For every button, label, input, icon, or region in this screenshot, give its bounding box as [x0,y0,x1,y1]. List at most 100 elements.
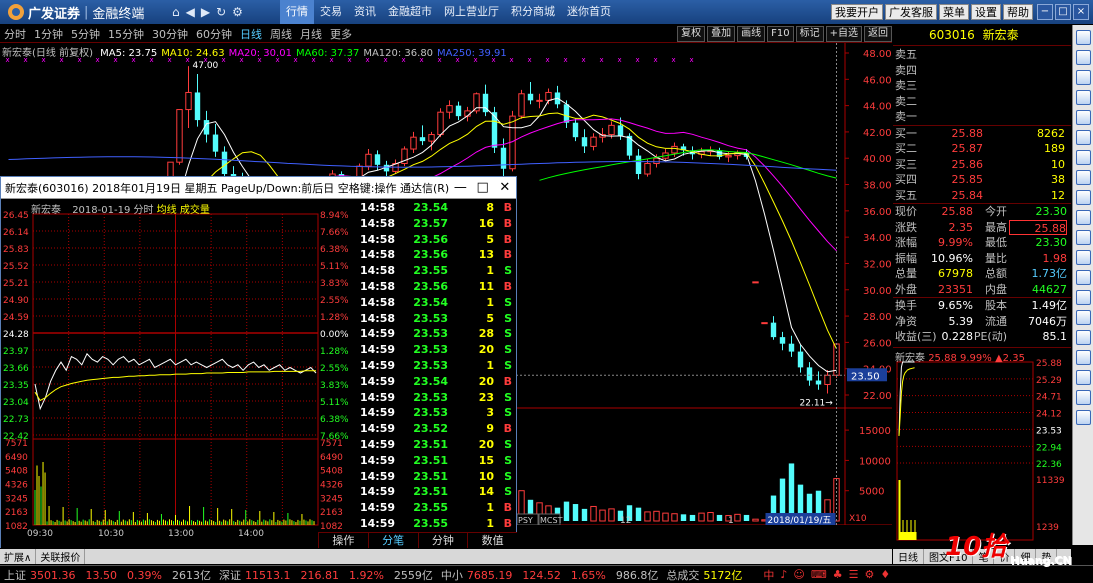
bottom-tab-0[interactable]: 扩展∧ [0,549,37,564]
period-0[interactable]: 分时 [0,26,30,42]
tick-row: 14:59 23.54 20 B [358,374,516,390]
gear-icon[interactable]: ⚙ [232,5,243,19]
tool-button-2[interactable]: 画线 [737,26,766,42]
header-button-1[interactable]: 广发客服 [885,4,937,20]
side-tool-6-icon[interactable] [1075,150,1091,165]
minimize-icon[interactable]: — [449,180,471,195]
tick-row: 14:59 23.53 20 S [358,342,516,358]
intraday-popup[interactable]: 新宏泰(603016) 2018年01月19日 星期五 PageUp/Down:… [0,176,517,562]
period-1[interactable]: 1分钟 [30,26,67,42]
tick-side: B [503,501,512,515]
tool-button-4[interactable]: 标记 [795,26,824,42]
candle-body [419,137,426,142]
side-tool-18-icon[interactable] [1075,390,1091,405]
index-3[interactable]: 总成交 5172亿 [666,567,752,583]
mini-intraday[interactable]: 25.88 25.29 24.71 24.12 23.53 22.94 22.36 11339… [893,347,1071,545]
menu-item-2[interactable]: 资讯 [348,0,382,24]
tool-button-5[interactable]: +自选 [825,26,862,42]
bottom-tab-right-0[interactable]: 日线 [893,549,924,564]
index-1[interactable]: 深证 11513.1 216.81 1.92% 2559亿 [219,567,433,583]
status-icon-0[interactable]: 中 [763,567,774,583]
x-label-1: 1 [728,516,734,525]
intraday-chart[interactable]: 26.45 8.94% 26.14 7.66% 25.83 6.38% 25.52 5.11%… [1,200,358,548]
status-icon-5[interactable]: ☰ [849,568,859,581]
menu-item-5[interactable]: 积分商城 [505,0,561,24]
side-tool-4-icon[interactable] [1075,110,1091,125]
stat-row-6: 换手 9.65% 股本 1.49亿 [893,298,1071,314]
index-change: 124.52 [522,568,561,582]
header-button-0[interactable]: 我要开户 [831,4,883,20]
side-tool-13-icon[interactable] [1075,290,1091,305]
side-tool-2-icon[interactable] [1075,70,1091,85]
status-icon-4[interactable]: ♣ [833,568,843,581]
period-8[interactable]: 月线 [296,26,326,42]
period-7[interactable]: 周线 [266,26,296,42]
status-icon-2[interactable]: ☺ [793,568,804,581]
side-tool-3-icon[interactable] [1075,90,1091,105]
home-icon[interactable]: ⌂ [172,5,180,19]
side-tool-14-icon[interactable] [1075,310,1091,325]
ask-label: 卖二 [895,94,917,108]
side-tool-8-icon[interactable] [1075,190,1091,205]
side-tool-10-icon[interactable] [1075,230,1091,245]
header-button-3[interactable]: 设置 [971,4,1001,20]
side-tool-12-icon[interactable] [1075,270,1091,285]
period-5[interactable]: 60分钟 [192,26,236,42]
period-2[interactable]: 5分钟 [67,26,104,42]
side-tool-11-icon[interactable] [1075,250,1091,265]
tool-button-0[interactable]: 复权 [677,26,706,42]
tick-price: 23.54 [413,201,448,214]
tool-button-1[interactable]: 叠加 [707,26,736,42]
index-0[interactable]: 上证 3501.36 13.50 0.39% 2613亿 [0,567,211,583]
status-icon-1[interactable]: ♪ [780,568,787,581]
period-3[interactable]: 15分钟 [104,26,148,42]
back-icon[interactable]: ◀ [186,5,195,19]
menu-item-1[interactable]: 交易 [314,0,348,24]
side-tool-19-icon[interactable] [1075,410,1091,425]
stat-value-2: 1.73亿 [1031,267,1068,280]
popup-titlebar[interactable]: 新宏泰(603016) 2018年01月19日 星期五 PageUp/Down:… [1,177,516,199]
bottom-tab-1[interactable]: 关联报价 [36,549,86,564]
index-2[interactable]: 中小 7685.19 124.52 1.65% 986.8亿 [441,567,658,583]
side-tool-9-icon[interactable] [1075,210,1091,225]
maximize-window-icon[interactable]: □ [1055,4,1071,20]
side-tool-0-icon[interactable] [1075,30,1091,45]
forward-icon[interactable]: ▶ [201,5,210,19]
tick-list[interactable]: 14:58 23.54 8 B 14:58 23.57 16 B 14:58 23.56 5 B 14:… [358,200,516,562]
tool-button-6[interactable]: 返回 [864,26,892,42]
side-tool-16-icon[interactable] [1075,350,1091,365]
header-button-2[interactable]: 菜单 [939,4,969,20]
side-tool-1-icon[interactable] [1075,50,1091,65]
status-icon-7[interactable]: ♦ [880,568,890,581]
refresh-icon[interactable]: ↻ [216,5,226,19]
header-button-4[interactable]: 帮助 [1003,4,1033,20]
period-4[interactable]: 30分钟 [148,26,192,42]
period-6[interactable]: 日线 [236,26,266,42]
menu-item-0[interactable]: 行情 [280,0,314,24]
popup-tab-1[interactable]: 分笔 [367,533,418,548]
close-window-icon[interactable]: × [1073,4,1089,20]
side-tool-15-icon[interactable] [1075,330,1091,345]
stat-label-2: 最高 [985,220,1007,234]
intraday-pct-label: 2.55% [320,364,349,374]
popup-tab-0[interactable]: 操作 [318,533,368,548]
side-tool-5-icon[interactable] [1075,130,1091,145]
minimize-window-icon[interactable]: − [1037,4,1053,20]
popup-tab-2[interactable]: 分钟 [417,533,468,548]
status-icon-6[interactable]: ⚙ [865,568,875,581]
menu-item-3[interactable]: 金融超市 [382,0,438,24]
popup-tab-3[interactable]: 数值 [467,533,517,548]
tool-button-3[interactable]: F10 [767,26,794,42]
ma-legend: 新宏泰(日线 前复权) MA5: 23.75 MA10: 24.63 MA20: 3… [2,44,511,59]
close-icon[interactable]: ✕ [494,180,516,195]
period-9[interactable]: 更多 [326,26,356,42]
side-tool-17-icon[interactable] [1075,370,1091,385]
price-tick-label: 28.00 [863,312,892,323]
side-tool-7-icon[interactable] [1075,170,1091,185]
maximize-icon[interactable]: □ [471,180,493,195]
menu-item-6[interactable]: 迷你首页 [561,0,617,24]
popup-title: 新宏泰(603016) 2018年01月19日 星期五 PageUp/Down:… [5,181,450,195]
menu-item-4[interactable]: 网上营业厅 [438,0,505,24]
status-icon-3[interactable]: ⌨ [811,568,827,581]
tick-row: 14:59 23.51 10 S [358,469,516,485]
